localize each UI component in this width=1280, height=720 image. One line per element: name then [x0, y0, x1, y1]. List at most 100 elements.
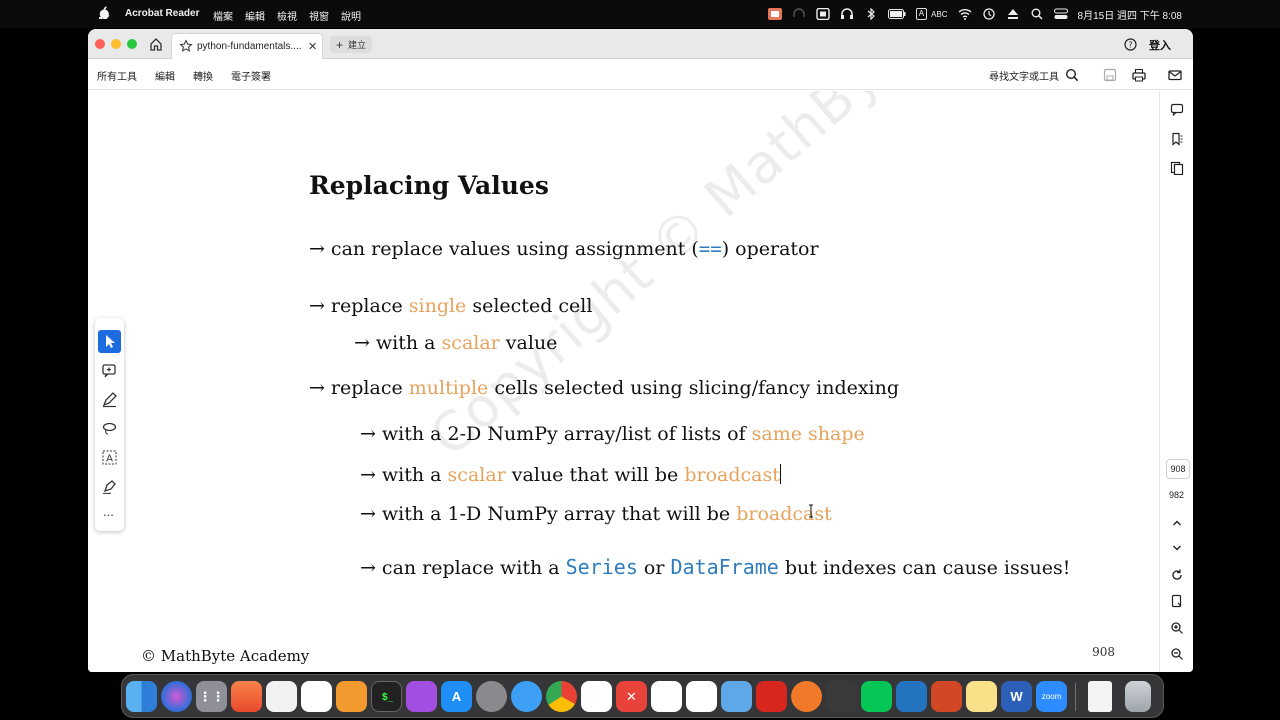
headphones-icon[interactable] [840, 8, 854, 20]
more-tools-button[interactable]: ... [103, 504, 114, 519]
menu-file[interactable]: 檔案 [213, 8, 233, 23]
text-box-tool[interactable]: A [98, 446, 121, 469]
apple-logo-icon[interactable] [99, 6, 110, 19]
tab-bar: python-fundamentals.... ✕ + 建立 ? 登入 [88, 29, 1193, 59]
pages-icon[interactable] [1170, 161, 1184, 175]
zoom-window-button[interactable] [127, 39, 137, 49]
sublime-text-icon[interactable] [826, 681, 857, 712]
zoom-icon[interactable]: zoom [1036, 681, 1067, 712]
home-icon[interactable] [149, 37, 163, 51]
new-tab-button[interactable]: + 建立 [330, 36, 373, 53]
acrobat-window: python-fundamentals.... ✕ + 建立 ? 登入 所有工具… [88, 29, 1193, 672]
arrow-icon: → [309, 377, 325, 399]
screenshot-icon[interactable] [816, 8, 830, 20]
select-tool[interactable] [98, 330, 121, 353]
menu-help[interactable]: 說明 [341, 8, 361, 23]
esign-menu[interactable]: 電子簽署 [231, 68, 271, 83]
spotlight-search-icon[interactable] [1030, 8, 1044, 20]
help-icon[interactable]: ? [1124, 38, 1137, 51]
launchpad-icon[interactable]: ⋮⋮ [196, 681, 227, 712]
input-letter-badge: A [915, 8, 928, 20]
tab-close-button[interactable]: ✕ [308, 40, 317, 53]
clock[interactable]: 8月15日 週四 下午 8:08 [1078, 7, 1182, 22]
notion-icon[interactable] [686, 681, 717, 712]
mission-control-icon[interactable] [266, 681, 297, 712]
asana-icon[interactable] [651, 681, 682, 712]
finder-icon[interactable] [126, 681, 157, 712]
print-icon[interactable] [1132, 68, 1146, 82]
acrobat-icon[interactable] [756, 681, 787, 712]
menu-bar: Acrobat Reader 檔案 編輯 檢視 視窗 說明 A ABC 8月15日… [0, 0, 1280, 28]
menu-view[interactable]: 檢視 [277, 8, 297, 23]
app-name-menu[interactable]: Acrobat Reader [125, 8, 199, 19]
chrome-icon[interactable] [546, 681, 577, 712]
bookmarks-icon[interactable] [1170, 132, 1184, 146]
document-page[interactable]: Copyright © MathByte Academy Replacing V… [88, 91, 1158, 672]
podcasts-icon[interactable] [406, 681, 437, 712]
time-machine-icon[interactable] [982, 8, 996, 20]
terminal-icon[interactable]: $_ [371, 681, 402, 712]
minimize-window-button[interactable] [111, 39, 121, 49]
trash-icon[interactable] [1125, 681, 1151, 712]
previous-page-icon[interactable] [1170, 516, 1184, 530]
page-export-icon[interactable] [1170, 594, 1184, 608]
menu-window[interactable]: 視窗 [309, 8, 329, 23]
highlight-tool[interactable] [98, 388, 121, 411]
headphones-dim-icon[interactable] [792, 8, 806, 20]
books-icon[interactable] [336, 681, 367, 712]
zoom-in-icon[interactable] [1170, 621, 1184, 635]
slide-title: Replacing Values [309, 171, 549, 200]
control-center-icon[interactable] [1053, 8, 1068, 20]
highlight-text: broadcast [684, 464, 780, 486]
sign-tool[interactable] [98, 475, 121, 498]
preview-icon[interactable] [721, 681, 752, 712]
battery-icon[interactable] [887, 8, 906, 20]
rotate-icon[interactable] [1170, 568, 1184, 582]
all-tools-menu[interactable]: 所有工具 [97, 68, 137, 83]
search-icon[interactable] [1065, 68, 1079, 82]
convert-menu[interactable]: 轉換 [193, 68, 213, 83]
dock: ⋮⋮ $_ A ✕ W zoom [121, 674, 1164, 718]
vscode-icon[interactable] [896, 681, 927, 712]
tab-title: python-fundamentals.... [197, 41, 302, 52]
input-source[interactable]: A ABC [915, 8, 948, 20]
next-page-icon[interactable] [1170, 541, 1184, 555]
bullet-single-cell: → replace single selected cell [309, 295, 592, 317]
code-text: DataFrame [670, 555, 779, 579]
star-icon[interactable] [179, 39, 193, 53]
bluetooth-icon[interactable] [864, 8, 878, 20]
close-window-button[interactable] [95, 39, 105, 49]
find-text-or-tools[interactable]: 尋找文字或工具 [989, 68, 1059, 83]
notes-icon[interactable] [966, 681, 997, 712]
xmind-icon[interactable]: ✕ [616, 681, 647, 712]
translate-icon[interactable] [767, 8, 782, 20]
bullet-text: selected cell [466, 295, 593, 317]
wifi-icon[interactable] [958, 8, 972, 20]
comment-tool[interactable] [98, 359, 121, 382]
powerpoint-icon[interactable] [931, 681, 962, 712]
siri-icon[interactable] [161, 681, 192, 712]
line-icon[interactable] [861, 681, 892, 712]
bullet-text: value [499, 332, 558, 354]
safari-icon[interactable] [511, 681, 542, 712]
email-icon[interactable] [1168, 68, 1182, 82]
document-icon[interactable] [1088, 681, 1112, 712]
swift-playgrounds-icon[interactable] [231, 681, 262, 712]
save-icon[interactable] [1103, 68, 1117, 82]
zoom-out-icon[interactable] [1170, 647, 1184, 661]
comments-icon[interactable] [1170, 103, 1184, 117]
proxyman-icon[interactable] [791, 681, 822, 712]
draw-tool[interactable] [98, 417, 121, 440]
eject-icon[interactable] [1006, 8, 1020, 20]
system-settings-icon[interactable] [476, 681, 507, 712]
current-page-input[interactable]: 908 [1166, 459, 1190, 479]
slack-icon[interactable] [581, 681, 612, 712]
edit-menu[interactable]: 編輯 [155, 68, 175, 83]
document-tab[interactable]: python-fundamentals.... ✕ [171, 33, 323, 59]
bullet-text: ) operator [721, 238, 819, 260]
login-button[interactable]: 登入 [1149, 37, 1171, 53]
reminders-icon[interactable] [301, 681, 332, 712]
menu-edit[interactable]: 編輯 [245, 8, 265, 23]
word-icon[interactable]: W [1001, 681, 1032, 712]
app-store-icon[interactable]: A [441, 681, 472, 712]
